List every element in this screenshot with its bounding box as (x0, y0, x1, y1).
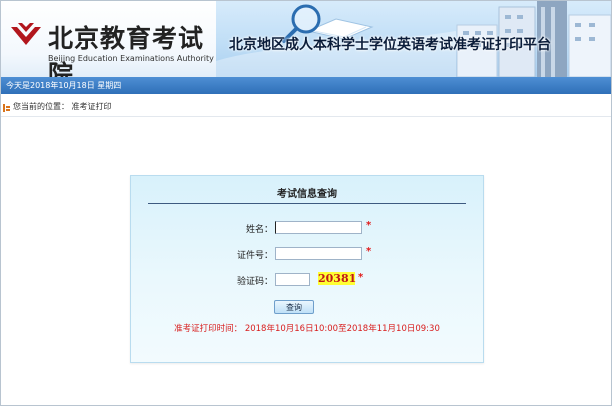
name-required-mark: * (366, 220, 372, 231)
date-bar: 今天是2018年10月18日 星期四 (1, 77, 611, 94)
header-banner: 北京教育考试院 Beijing Education Examinations A… (1, 1, 611, 77)
current-date: 今天是2018年10月18日 星期四 (6, 81, 122, 90)
captcha-label: 验证码： (236, 277, 273, 287)
query-panel: 考试信息查询 姓名： * 证件号： * 验证码： 20381 * 查询 准考证打… (130, 175, 484, 363)
id-required-mark: * (366, 246, 372, 257)
captcha-input[interactable] (275, 273, 310, 286)
breadcrumb-text: 您当前的位置： 准考证打印 (13, 102, 112, 111)
breadcrumb: 您当前的位置： 准考证打印 (1, 98, 611, 117)
title-divider (148, 203, 466, 204)
name-label: 姓名： (245, 225, 273, 235)
location-marker-icon (3, 104, 10, 112)
captcha-required-mark: * (358, 272, 364, 283)
submit-query-button[interactable]: 查询 (274, 300, 314, 314)
id-number-input[interactable] (275, 247, 362, 260)
logo-title: 北京教育考试院 (48, 24, 205, 77)
platform-title: 北京地区成人本科学士学位英语考试准考证打印平台 (229, 37, 551, 53)
captcha-image[interactable]: 20381 (318, 272, 356, 285)
name-input[interactable] (275, 221, 362, 234)
print-time-notice: 准考证打印时间： 2018年10月16日10:00至2018年11月10日09:… (174, 324, 440, 334)
logo-emblem-icon (11, 23, 41, 45)
id-label: 证件号： (236, 251, 273, 261)
panel-title: 考试信息查询 (277, 189, 337, 200)
logo-area: 北京教育考试院 Beijing Education Examinations A… (1, 1, 216, 77)
logo-subtitle: Beijing Education Examinations Authority (48, 54, 214, 63)
